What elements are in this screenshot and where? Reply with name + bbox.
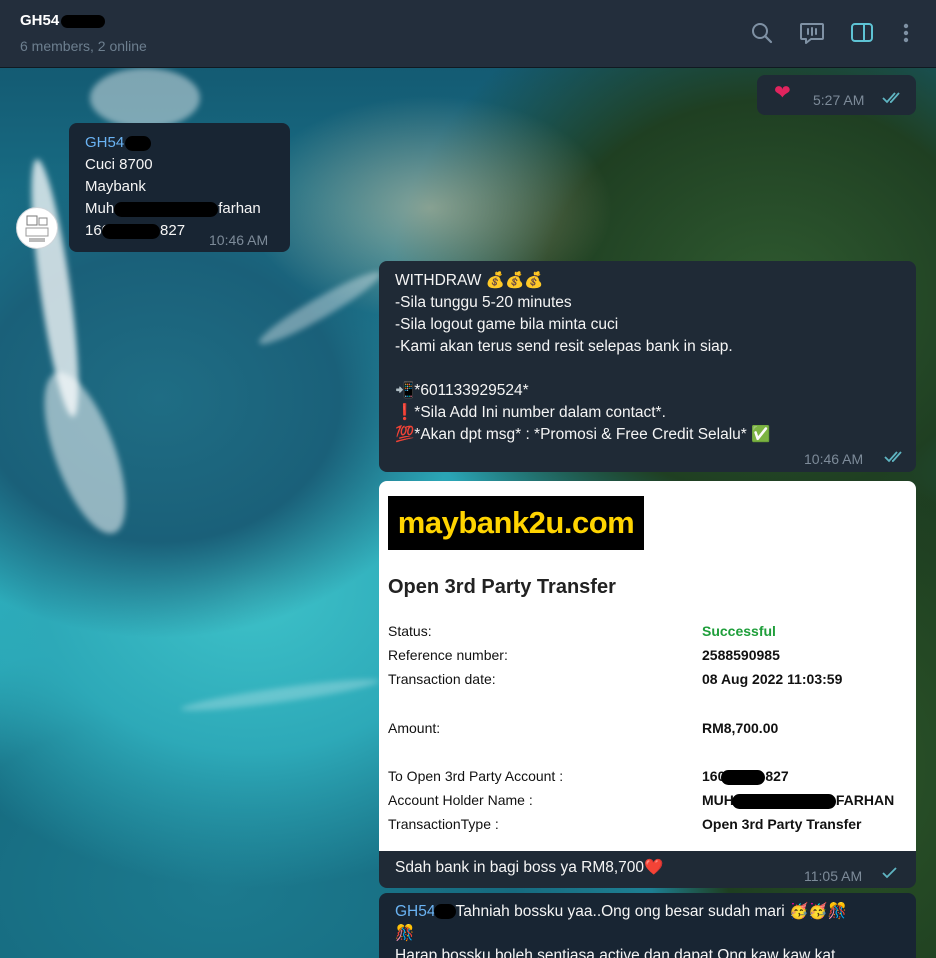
- sender-avatar[interactable]: [16, 207, 58, 249]
- message-sender[interactable]: GH54: [395, 903, 436, 920]
- receipt-value: 160 827: [702, 768, 789, 785]
- voice-chat-icon: [800, 23, 824, 44]
- redaction-bar: [61, 14, 106, 28]
- chat-header[interactable]: GH54 6 members, 2 online: [0, 0, 936, 68]
- sidebar-toggle-button[interactable]: [849, 20, 875, 46]
- message-line: Muh farhan: [85, 200, 261, 217]
- more-options-button[interactable]: [893, 20, 919, 46]
- message-line: WITHDRAW 💰💰💰: [395, 272, 544, 289]
- receipt-label: TransactionType :: [388, 816, 499, 832]
- message-line: 🎊: [395, 925, 415, 942]
- receipt-value: MUH FARHAN: [702, 792, 895, 809]
- redaction-bar: [721, 769, 766, 785]
- chat-title[interactable]: GH54: [20, 12, 106, 29]
- message-line: -Sila logout game bila minta cuci: [395, 316, 619, 333]
- avatar-image-icon: [25, 215, 49, 242]
- message-time: 10:46 AM: [209, 232, 269, 248]
- receipt-label: Status:: [388, 623, 432, 639]
- message-line: Cuci 8700: [85, 156, 153, 173]
- voice-chat-button[interactable]: [799, 20, 825, 46]
- receipt-value: Open 3rd Party Transfer: [702, 816, 862, 832]
- receipt-status-value: Successful: [702, 623, 776, 639]
- search-button[interactable]: [749, 20, 775, 46]
- message-line: Harap bossku boleh sentiasa active dan d…: [395, 947, 836, 958]
- double-check-icon: [882, 92, 900, 104]
- message-line: Maybank: [85, 178, 146, 195]
- message-caption[interactable]: Sdah bank in bagi boss ya RM8,700❤️ 11:0…: [379, 851, 916, 888]
- message-withdraw[interactable]: WITHDRAW 💰💰💰 -Sila tunggu 5-20 minutes -…: [379, 261, 916, 472]
- receipt-value: 2588590985: [702, 647, 780, 663]
- message-time: 10:46 AM: [804, 451, 864, 467]
- receipt-label: Reference number:: [388, 647, 508, 663]
- message-line: ❗*Sila Add Ini number dalam contact*.: [395, 404, 666, 421]
- message-time: 11:05 AM: [804, 868, 863, 884]
- receipt-label: Amount:: [388, 720, 441, 736]
- redaction-bar: [433, 904, 456, 920]
- redaction-bar: [731, 793, 836, 809]
- redaction-bar: [102, 223, 161, 239]
- message-incoming-tahniah[interactable]: GH54 Tahniah bossku yaa..Ong ong besar su…: [379, 893, 916, 958]
- maybank-logo: maybank2u.com: [388, 496, 644, 550]
- search-icon: [752, 23, 773, 44]
- message-line: 💯*Akan dpt msg* : *Promosi & Free Credit…: [395, 426, 771, 443]
- message-time: 5:27 AM: [813, 92, 865, 108]
- caption-text: Sdah bank in bagi boss ya RM8,700❤️: [395, 859, 664, 876]
- chat-subtitle: 6 members, 2 online: [20, 38, 147, 54]
- single-check-icon: [882, 867, 897, 879]
- message-line: -Sila tunggu 5-20 minutes: [395, 294, 572, 311]
- double-check-icon: [884, 451, 902, 463]
- receipt-image[interactable]: maybank2u.com Open 3rd Party Transfer St…: [379, 481, 916, 851]
- receipt-amount-value: RM8,700.00: [702, 720, 779, 736]
- redaction-bar: [114, 201, 219, 217]
- heart-emoji: ❤: [774, 82, 791, 104]
- receipt-title: Open 3rd Party Transfer: [388, 576, 616, 598]
- receipt-label: Account Holder Name :: [388, 792, 533, 808]
- message-line: -Kami akan terus send resit selepas bank…: [395, 338, 733, 355]
- redaction-bar: [125, 135, 152, 151]
- message-heart[interactable]: ❤ 5:27 AM: [757, 75, 916, 115]
- receipt-label: To Open 3rd Party Account :: [388, 768, 564, 784]
- receipt-label: Transaction date:: [388, 671, 496, 687]
- receipt-value: 08 Aug 2022 11:03:59: [702, 671, 843, 687]
- sidebar-panel-icon: [851, 23, 873, 42]
- message-line: GH54 Tahniah bossku yaa..Ong ong besar su…: [395, 903, 847, 920]
- message-sender[interactable]: GH54: [85, 132, 261, 154]
- more-vertical-icon: [903, 23, 909, 43]
- message-incoming-cuci[interactable]: GH54 Cuci 8700 Maybank Muh farhan 160 827 …: [69, 123, 290, 252]
- message-line: 📲*601133929524*: [395, 382, 529, 399]
